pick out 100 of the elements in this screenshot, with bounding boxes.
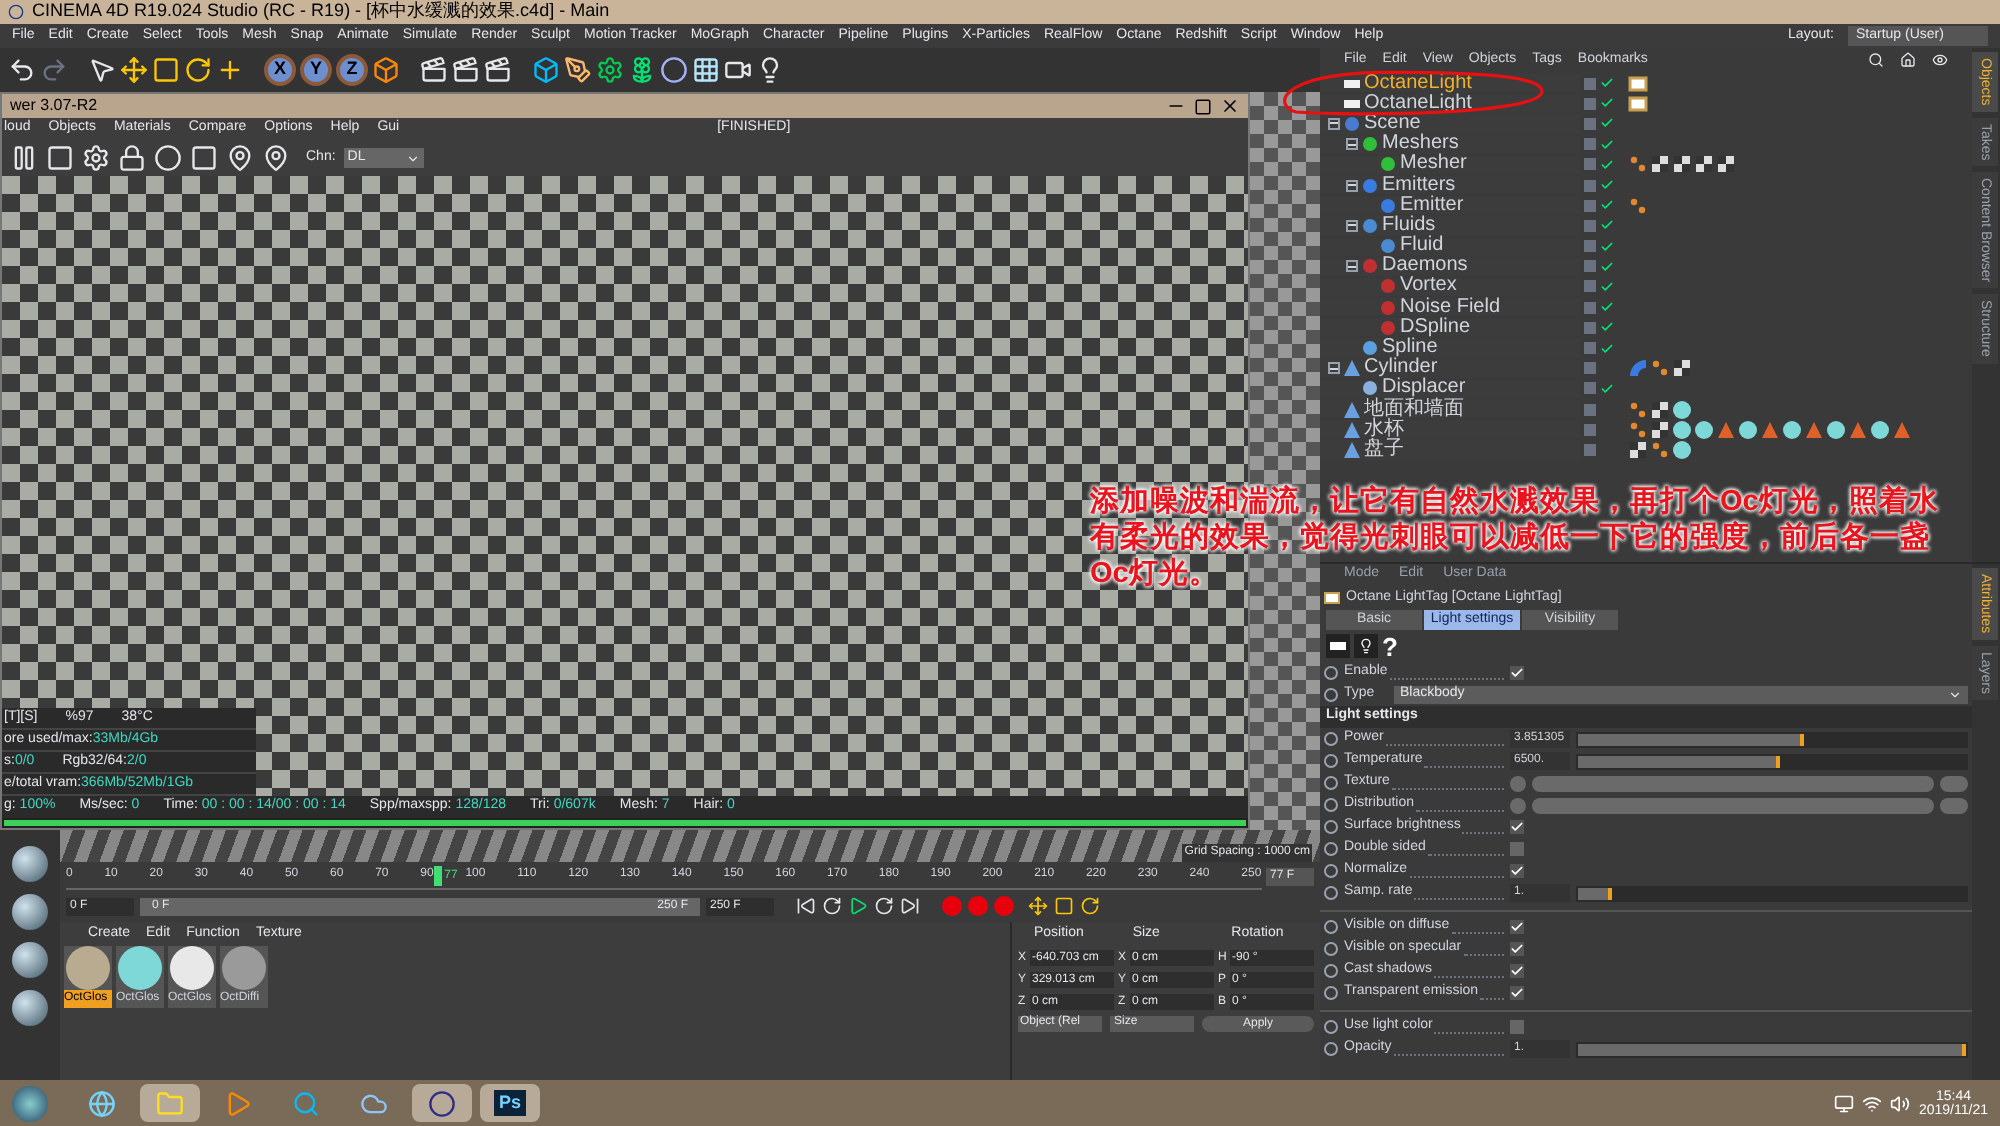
cone-tag-icon [1760,419,1780,440]
axis-button[interactable]: Y [300,54,332,86]
cube-icon[interactable] [532,56,560,84]
object-name[interactable]: Emitter [1400,195,1464,216]
check-icon[interactable] [1600,259,1614,274]
move-key-icon[interactable] [1028,896,1048,916]
pen-icon[interactable] [564,56,592,84]
select-icon[interactable] [88,56,116,84]
slider-track[interactable] [1576,731,1968,747]
check-icon[interactable] [1600,300,1614,315]
object-name[interactable]: Noise Field [1400,297,1501,318]
camera-icon[interactable] [724,56,752,84]
object-name[interactable]: OctaneLight [1364,93,1472,114]
rotate-icon[interactable] [184,56,212,84]
object-name[interactable]: Fluid [1400,236,1444,257]
slider-track[interactable] [1576,885,1968,901]
checkbox[interactable] [1510,920,1524,934]
check-icon[interactable] [1600,96,1614,111]
checkbox[interactable] [1510,864,1524,878]
target-light-icon[interactable] [1354,634,1378,658]
object-name[interactable]: Vortex [1400,276,1457,297]
undo-icon[interactable] [8,56,36,84]
object-name[interactable]: DSpline [1400,317,1471,338]
collapse-icon[interactable] [1346,219,1358,232]
maximize-icon[interactable] [1194,97,1212,115]
slider-track[interactable] [1576,753,1968,769]
check-icon[interactable] [1600,381,1614,396]
collapse-icon[interactable] [1328,117,1340,130]
object-name[interactable]: Spline [1382,338,1438,359]
collapse-icon[interactable] [1346,260,1358,273]
axis-button[interactable]: X [264,54,296,86]
eye-icon[interactable] [1932,52,1948,68]
object-name[interactable]: Cylinder [1364,358,1438,379]
object-name[interactable]: Meshers [1382,134,1459,155]
checkbox[interactable] [1510,964,1524,978]
taskbar-app[interactable] [412,1084,472,1122]
collapse-icon[interactable] [1328,362,1340,375]
link-field[interactable] [1532,797,1934,813]
taskbar-app[interactable] [140,1084,200,1122]
check-icon[interactable] [1600,279,1614,294]
object-name[interactable]: Fluids [1382,215,1436,236]
flower-icon[interactable] [628,56,656,84]
object-name[interactable]: Daemons [1382,256,1468,277]
search-icon[interactable] [1868,52,1884,68]
check-icon[interactable] [1600,76,1614,91]
check-icon[interactable] [1600,218,1614,233]
link-field[interactable] [1532,775,1934,791]
network-icon[interactable] [1862,1093,1883,1113]
display-icon[interactable] [1834,1093,1855,1113]
check-icon[interactable] [1600,198,1614,213]
checkbox[interactable] [1510,820,1524,834]
collapse-icon[interactable] [1346,138,1358,151]
collapse-icon[interactable] [1346,179,1358,192]
start-button[interactable] [12,1085,48,1121]
lock-icon[interactable] [118,144,146,172]
object-name[interactable]: Mesher [1400,154,1467,175]
object-name[interactable]: Scene [1364,113,1421,134]
object-name[interactable]: 水杯 [1364,419,1404,440]
rotate-key-icon[interactable] [1080,896,1100,916]
check-icon[interactable] [1600,320,1614,335]
checkbox[interactable] [1510,986,1524,1000]
checkbox[interactable] [1510,666,1524,680]
home-icon[interactable] [1900,52,1916,68]
scale-key-icon[interactable] [1054,896,1074,916]
taskbar-app[interactable]: Ps [480,1084,540,1122]
move-icon[interactable] [120,56,148,84]
area-light-icon[interactable] [1326,634,1350,658]
object-name[interactable]: OctaneLight [1364,73,1472,94]
scale-icon[interactable] [152,56,180,84]
pin-icon[interactable] [262,144,290,172]
object-name[interactable]: Emitters [1382,175,1456,196]
light-icon[interactable] [756,56,784,84]
check-icon[interactable] [1600,157,1614,172]
render-icon[interactable] [452,56,480,84]
pause-icon[interactable] [10,144,38,172]
check-icon[interactable] [1600,178,1614,193]
render-settings-icon[interactable] [484,56,512,84]
floor-icon[interactable] [692,56,720,84]
caret-icon [405,151,420,165]
volume-icon[interactable] [1890,1093,1911,1113]
settings-icon[interactable] [82,144,110,172]
object-name[interactable]: Displacer [1382,378,1466,399]
pin-icon[interactable] [226,144,254,172]
check-icon[interactable] [1600,116,1614,131]
first-frame-icon[interactable] [796,896,816,916]
checkbox[interactable] [1510,1020,1524,1034]
object-name[interactable]: 地面和墙面 [1364,399,1464,420]
checkbox[interactable] [1510,842,1524,856]
check-icon[interactable] [1600,239,1614,254]
checkbox[interactable] [1510,942,1524,956]
check-icon[interactable] [1600,137,1614,152]
object-name[interactable]: 盘子 [1364,439,1404,460]
check-icon[interactable] [1600,341,1614,356]
close-icon[interactable] [1220,96,1240,116]
render-view-icon[interactable] [420,56,448,84]
axis-button[interactable]: Z [336,54,368,86]
region-icon[interactable] [190,144,218,172]
last-frame-icon[interactable] [900,896,920,916]
add-icon[interactable] [216,56,244,84]
gear-icon[interactable] [596,56,624,84]
